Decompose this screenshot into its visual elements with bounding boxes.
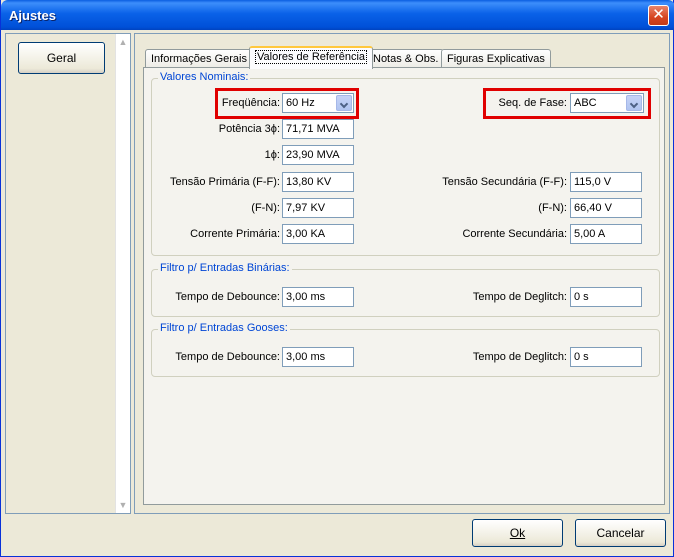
binarias-debounce-label: Tempo de Debounce: [175,291,280,303]
close-icon: ✕ [652,6,665,23]
gooses-deglitch-field[interactable]: 0 s [570,347,642,367]
gooses-deglitch-label: Tempo de Deglitch: [472,351,567,363]
tensao-primaria-fn-field[interactable]: 7,97 KV [282,198,354,218]
potencia-3f-label: Potência 3ϕ: [218,123,280,135]
gooses-debounce-field[interactable]: 3,00 ms [282,347,354,367]
cancel-label: Cancelar [596,526,645,540]
filtro-binarias-group: Filtro p/ Entradas Binárias: Tempo de De… [151,262,660,317]
tab-label: Informações Gerais [151,53,247,65]
tab-notas-obs[interactable]: Notas & Obs. [367,49,445,68]
seq-fase-label: Seq. de Fase: [498,97,568,109]
settings-panel: Informações Gerais Valores de Referência… [134,33,670,514]
valores-nominais-group: Valores Nominais: Freqüência: 60 Hz Seq.… [151,71,660,256]
frequencia-label: Freqüência: [221,97,280,109]
filtro-gooses-legend: Filtro p/ Entradas Gooses: [158,322,290,334]
close-button[interactable]: ✕ [648,5,669,26]
valores-nominais-legend: Valores Nominais: [158,71,251,83]
potencia-3f-field[interactable]: 71,71 MVA [282,119,354,139]
ajustes-dialog: Ajustes ✕ Geral ▲ ▼ Informações Gerais V… [0,0,674,557]
gooses-debounce-label: Tempo de Debounce: [175,351,280,363]
ok-button[interactable]: Ok [472,519,563,547]
seq-fase-value: ABC [574,97,597,109]
binarias-deglitch-field[interactable]: 0 s [570,287,642,307]
tensao-primaria-ff-field[interactable]: 13,80 KV [282,172,354,192]
tab-content: Valores Nominais: Freqüência: 60 Hz Seq.… [143,67,665,505]
corrente-secundaria-label: Corrente Secundária: [462,228,567,240]
tab-valores-de-referencia[interactable]: Valores de Referência [249,46,374,69]
chevron-down-icon[interactable] [336,95,352,111]
corrente-secundaria-field[interactable]: 5,00 A [570,224,642,244]
tab-informacoes-gerais[interactable]: Informações Gerais [145,49,253,68]
category-list: Geral ▲ ▼ [5,33,131,514]
filtro-gooses-group: Filtro p/ Entradas Gooses: Tempo de Debo… [151,322,660,377]
tensao-secundaria-fn-field[interactable]: 66,40 V [570,198,642,218]
chevron-down-icon[interactable] [626,95,642,111]
tab-label: Notas & Obs. [373,53,439,65]
corrente-primaria-label: Corrente Primária: [190,228,280,240]
tensao-secundaria-ff-label: Tensão Secundária (F-F): [442,176,567,188]
cancel-button[interactable]: Cancelar [575,519,666,547]
frequencia-value: 60 Hz [286,97,315,109]
scroll-up-icon[interactable]: ▲ [118,37,128,47]
potencia-1f-label: 1ϕ: [264,149,280,161]
tab-label: Valores de Referência [255,50,368,64]
tab-figuras-explicativas[interactable]: Figuras Explicativas [441,49,551,68]
binarias-deglitch-label: Tempo de Deglitch: [472,291,567,303]
tab-label: Figuras Explicativas [447,53,545,65]
category-geral-button[interactable]: Geral [18,42,105,74]
binarias-debounce-field[interactable]: 3,00 ms [282,287,354,307]
tensao-primaria-ff-label: Tensão Primária (F-F): [169,176,280,188]
potencia-1f-field[interactable]: 23,90 MVA [282,145,354,165]
window-title: Ajustes [9,8,56,23]
scroll-down-icon[interactable]: ▼ [118,500,128,510]
title-bar[interactable]: Ajustes ✕ [1,0,674,30]
ok-label: Ok [509,526,526,540]
frequencia-select[interactable]: 60 Hz [282,93,354,113]
seq-fase-select[interactable]: ABC [570,93,644,113]
tensao-secundaria-fn-label: (F-N): [538,202,567,214]
tensao-primaria-fn-label: (F-N): [251,202,280,214]
corrente-primaria-field[interactable]: 3,00 KA [282,224,354,244]
filtro-binarias-legend: Filtro p/ Entradas Binárias: [158,262,292,274]
category-list-scrollbar[interactable]: ▲ ▼ [115,34,130,513]
tensao-secundaria-ff-field[interactable]: 115,0 V [570,172,642,192]
